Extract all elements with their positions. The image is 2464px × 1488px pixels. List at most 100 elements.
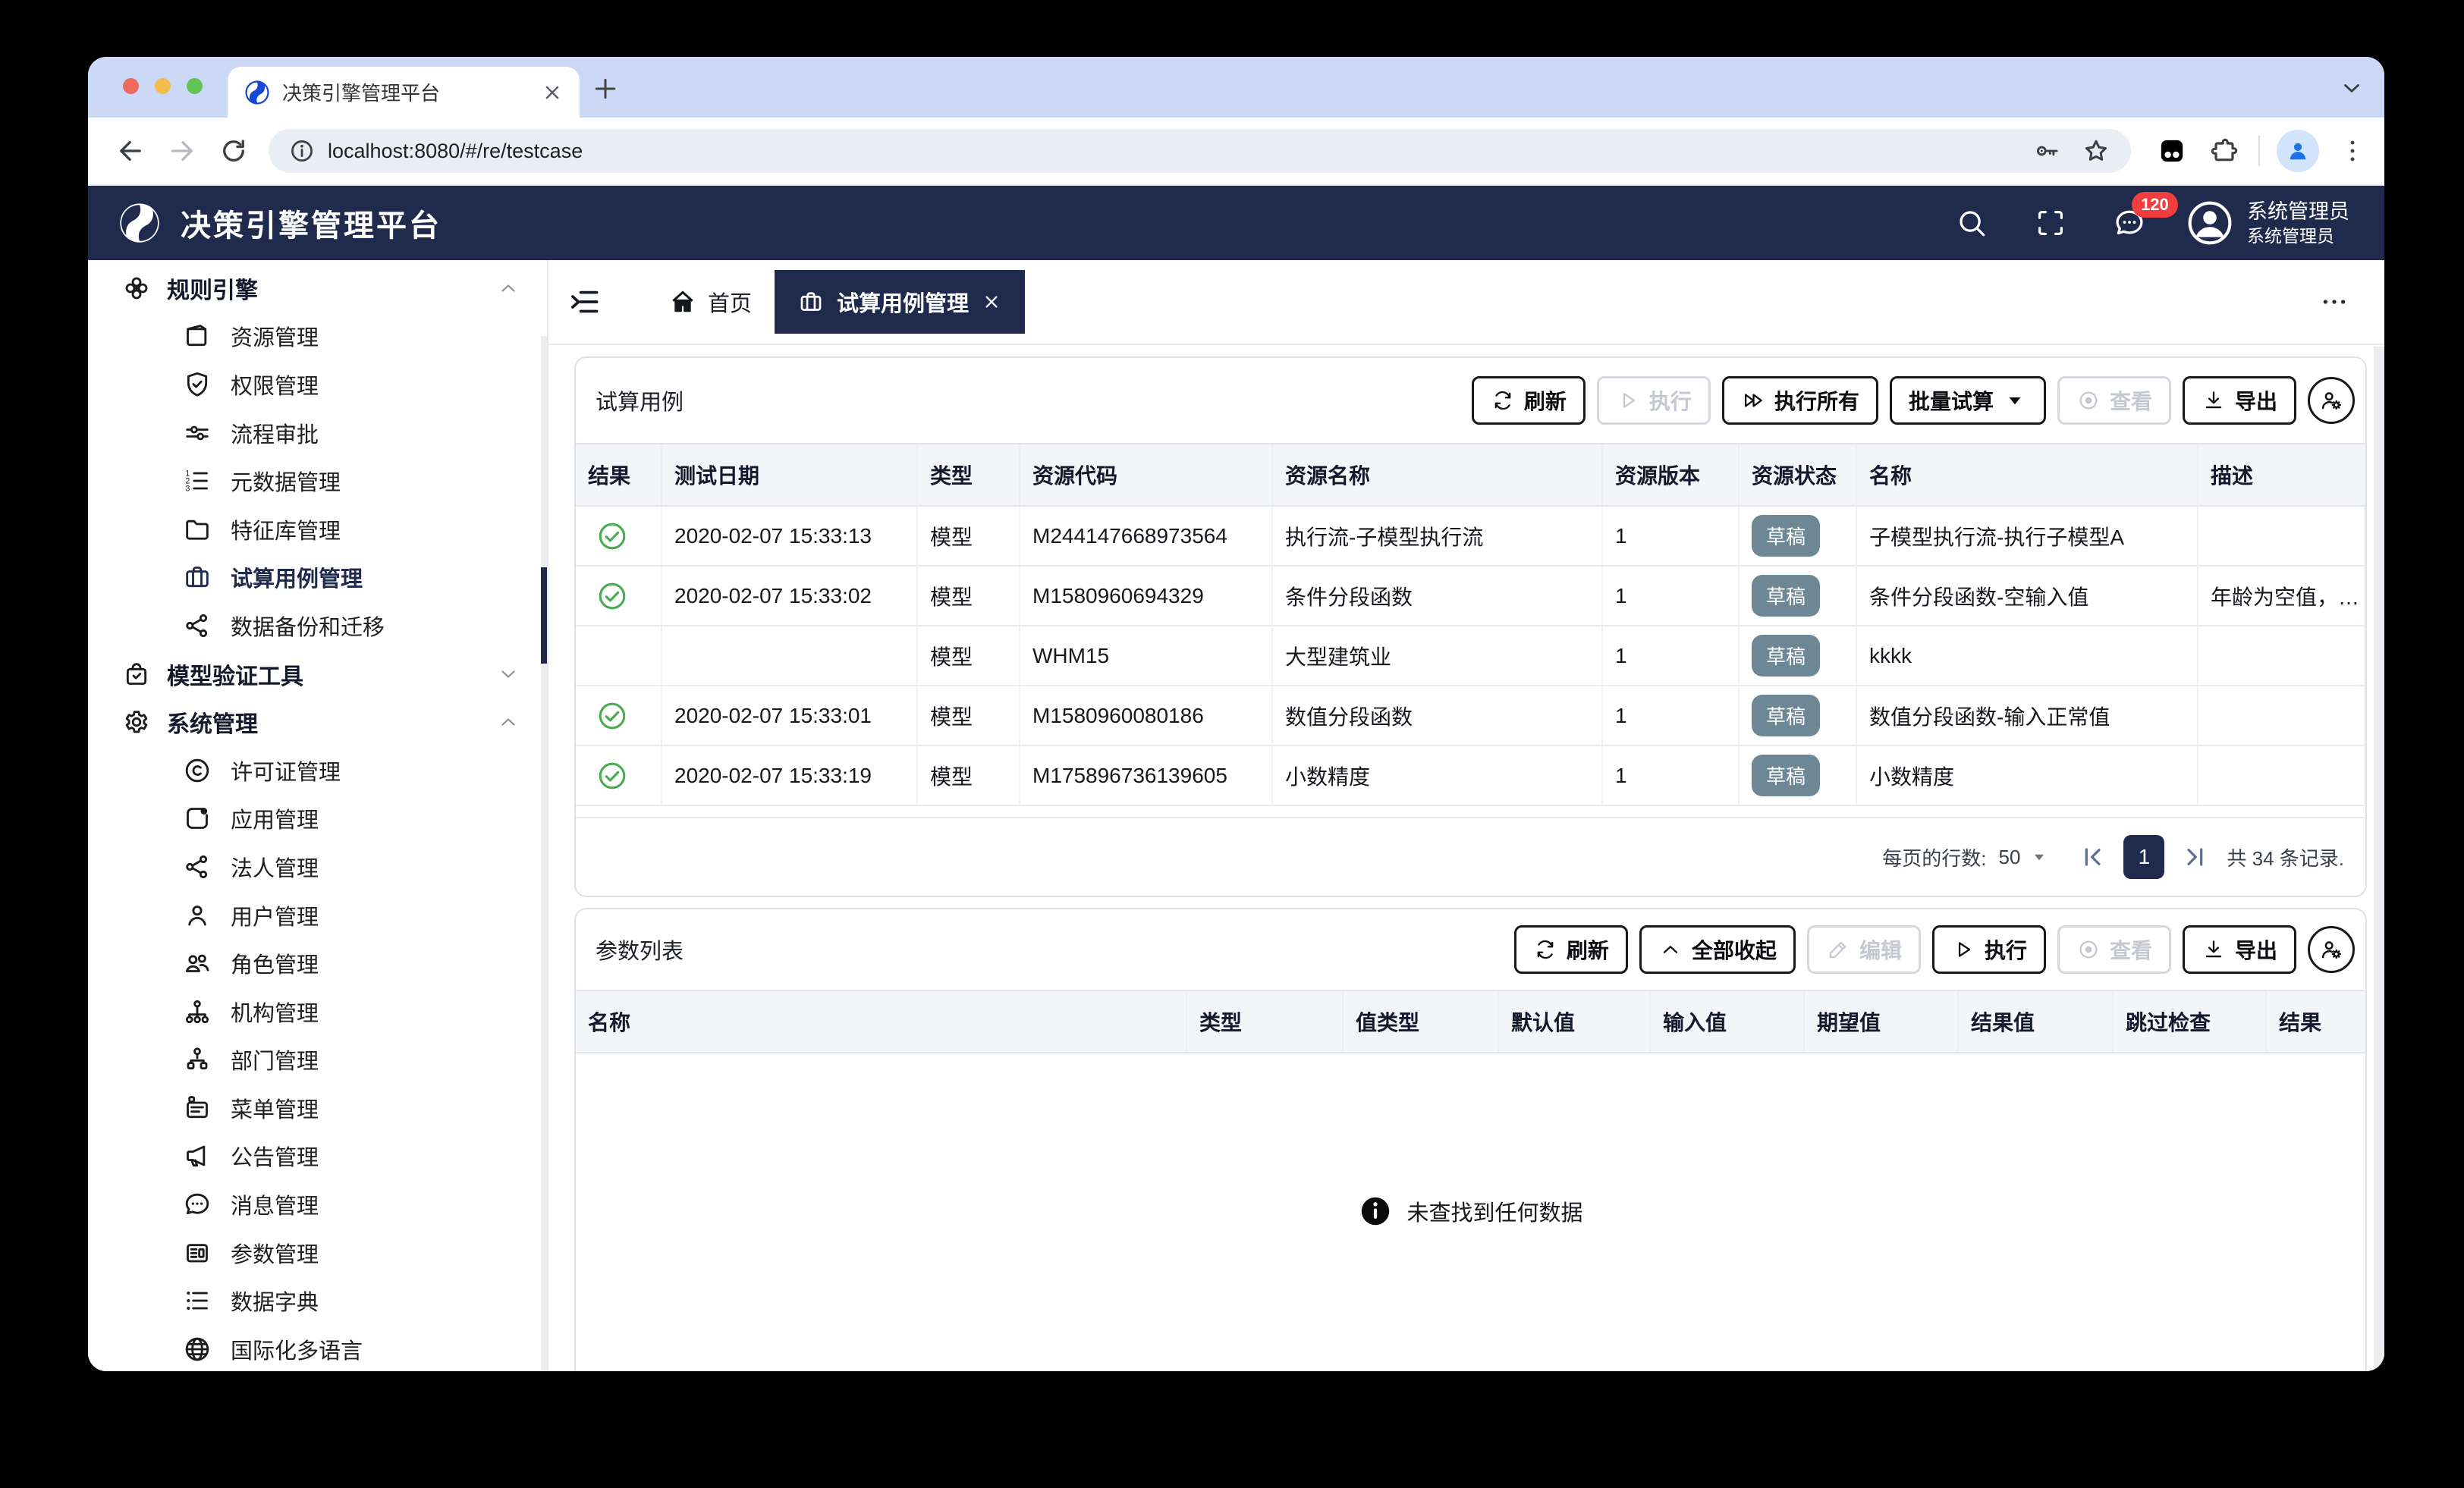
- sidebar-item-机构管理[interactable]: 机构管理: [88, 987, 547, 1036]
- sidebar-item-label: 机构管理: [231, 996, 319, 1028]
- sidebar-item-label: 特征库管理: [231, 513, 341, 545]
- tab-close-icon[interactable]: [542, 82, 563, 103]
- forward-icon[interactable]: [166, 135, 198, 167]
- close-window-button[interactable]: [123, 78, 139, 94]
- cell: 2020-02-07 15:33:01: [662, 686, 918, 745]
- messages-icon[interactable]: 120: [2112, 206, 2147, 240]
- sidebar-group-规则引擎[interactable]: 规则引擎: [88, 264, 547, 312]
- bookmark-star-icon[interactable]: [2081, 136, 2111, 166]
- content-scrollbar[interactable]: [2374, 347, 2384, 1371]
- testcase-execute-all-button[interactable]: 执行所有: [1722, 376, 1878, 425]
- params-toolbar: 刷新全部收起编辑执行查看导出: [1514, 925, 2355, 974]
- new-tab-button[interactable]: [590, 74, 621, 104]
- sidebar-item-国际化多语言[interactable]: 国际化多语言: [88, 1325, 547, 1371]
- testcase-refresh-button[interactable]: 刷新: [1472, 376, 1586, 425]
- check-circle-icon: [596, 579, 629, 613]
- first-page-icon[interactable]: [2081, 845, 2105, 869]
- rows-per-page-caret-icon[interactable]: [2029, 847, 2049, 867]
- cell: 2020-02-07 15:33:13: [662, 507, 918, 565]
- tab-testcase-management[interactable]: 试算用例管理: [775, 270, 1025, 334]
- sidebar-item-label: 数据备份和迁移: [231, 610, 385, 642]
- sidebar-item-流程审批[interactable]: 流程审批: [88, 409, 547, 457]
- sidebar-item-许可证管理[interactable]: 许可证管理: [88, 746, 547, 795]
- tab-search-icon[interactable]: [2339, 75, 2365, 101]
- params-refresh-button[interactable]: 刷新: [1514, 925, 1628, 974]
- sidebar-item-试算用例管理[interactable]: 试算用例管理: [88, 554, 547, 602]
- sidebar-group-模型验证工具[interactable]: 模型验证工具: [88, 650, 547, 698]
- params-user-settings-button[interactable]: [2308, 926, 2355, 973]
- rows-per-page-value[interactable]: 50: [1998, 846, 2020, 869]
- last-page-icon[interactable]: [2183, 845, 2207, 869]
- sidebar-item-菜单管理[interactable]: 菜单管理: [88, 1084, 547, 1132]
- testcase-export-button[interactable]: 导出: [2183, 376, 2296, 425]
- sidebar-item-部门管理[interactable]: 部门管理: [88, 1036, 547, 1085]
- sidebar-item-法人管理[interactable]: 法人管理: [88, 843, 547, 891]
- button-label: 刷新: [1524, 385, 1567, 416]
- back-icon[interactable]: [115, 135, 146, 167]
- browser-tab[interactable]: 决策引擎管理平台: [228, 67, 580, 118]
- table-row[interactable]: 2020-02-07 15:33:01模型M1580960080186数值分段函…: [576, 686, 2365, 746]
- params-export-button[interactable]: 导出: [2183, 925, 2296, 974]
- window-controls[interactable]: [123, 78, 203, 94]
- current-page-badge[interactable]: 1: [2123, 835, 2164, 879]
- testcase-user-settings-button[interactable]: [2308, 377, 2355, 424]
- cell: [576, 626, 662, 685]
- sidebar-scrollbar-thumb[interactable]: [541, 567, 547, 664]
- caret-down-icon: [2003, 388, 2027, 413]
- params-edit-button[interactable]: 编辑: [1807, 925, 1921, 974]
- sidebar-item-label: 试算用例管理: [231, 561, 363, 593]
- breadcrumb-home[interactable]: 首页: [668, 286, 752, 318]
- sidebar-item-元数据管理[interactable]: 123元数据管理: [88, 457, 547, 505]
- sidebar-item-权限管理[interactable]: 权限管理: [88, 360, 547, 409]
- testcase-execute-button[interactable]: 执行: [1597, 376, 1711, 425]
- reload-icon[interactable]: [218, 135, 250, 167]
- table-row[interactable]: 2020-02-07 15:33:02模型M1580960694329条件分段函…: [576, 567, 2365, 626]
- table-row[interactable]: 2020-02-07 15:33:19模型M175896736139605小数精…: [576, 746, 2365, 806]
- sidebar-group-系统管理[interactable]: 系统管理: [88, 698, 547, 746]
- list-icon: [182, 1286, 212, 1316]
- chevron-down-icon[interactable]: [497, 663, 520, 686]
- params-execute-button[interactable]: 执行: [1932, 925, 2046, 974]
- sliders-icon: [182, 418, 212, 448]
- sidebar-item-应用管理[interactable]: 应用管理: [88, 795, 547, 843]
- search-icon[interactable]: [1954, 206, 1989, 240]
- sidebar-item-资源管理[interactable]: 资源管理: [88, 312, 547, 361]
- extensions-puzzle-icon[interactable]: [2208, 136, 2239, 166]
- svg-text:3: 3: [185, 485, 190, 494]
- params-view-button[interactable]: 查看: [2057, 925, 2171, 974]
- sidebar-scrollbar-track[interactable]: [541, 336, 547, 1371]
- user-menu[interactable]: 系统管理员 系统管理员: [2186, 199, 2349, 247]
- table-row[interactable]: 模型WHM15大型建筑业1草稿kkkk: [576, 626, 2365, 686]
- testcase-batch-run-button[interactable]: 批量试算: [1890, 376, 2046, 425]
- button-label: 批量试算: [1909, 385, 1994, 416]
- table-row[interactable]: 2020-02-07 15:33:13模型M244147668973564执行流…: [576, 507, 2365, 567]
- extension-dark-icon[interactable]: [2157, 136, 2187, 166]
- sidebar-item-特征库管理[interactable]: 特征库管理: [88, 505, 547, 554]
- sidebar-item-用户管理[interactable]: 用户管理: [88, 891, 547, 940]
- params-collapse-all-button[interactable]: 全部收起: [1639, 925, 1796, 974]
- browser-menu-kebab-icon[interactable]: [2337, 136, 2368, 166]
- password-key-icon[interactable]: [2032, 137, 2061, 165]
- maximize-window-button[interactable]: [187, 78, 203, 94]
- fullscreen-icon[interactable]: [2033, 206, 2068, 240]
- sidebar-item-消息管理[interactable]: 消息管理: [88, 1180, 547, 1229]
- chevron-up-icon[interactable]: [497, 711, 520, 733]
- sidebar-item-数据字典[interactable]: 数据字典: [88, 1276, 547, 1325]
- menu-fold-icon[interactable]: [568, 285, 602, 319]
- chevron-up-icon[interactable]: [497, 277, 520, 300]
- column-header: 期望值: [1805, 991, 1959, 1052]
- tab-close-icon[interactable]: [981, 291, 1002, 312]
- sidebar-item-数据备份和迁移[interactable]: 数据备份和迁移: [88, 601, 547, 650]
- sidebar-item-参数管理[interactable]: 参数管理: [88, 1229, 547, 1277]
- sidebar-item-角色管理[interactable]: 角色管理: [88, 939, 547, 987]
- refresh-icon: [1533, 937, 1557, 962]
- more-menu-icon[interactable]: [2319, 287, 2349, 317]
- minimize-window-button[interactable]: [155, 78, 171, 94]
- site-info-icon[interactable]: [288, 137, 316, 165]
- sidebar-item-公告管理[interactable]: 公告管理: [88, 1132, 547, 1181]
- browser-profile-avatar[interactable]: [2277, 130, 2319, 172]
- address-bar[interactable]: localhost:8080/#/re/testcase: [269, 129, 2131, 173]
- play-icon: [1616, 388, 1640, 413]
- testcase-view-button[interactable]: 查看: [2057, 376, 2171, 425]
- url-text[interactable]: localhost:8080/#/re/testcase: [328, 140, 2032, 163]
